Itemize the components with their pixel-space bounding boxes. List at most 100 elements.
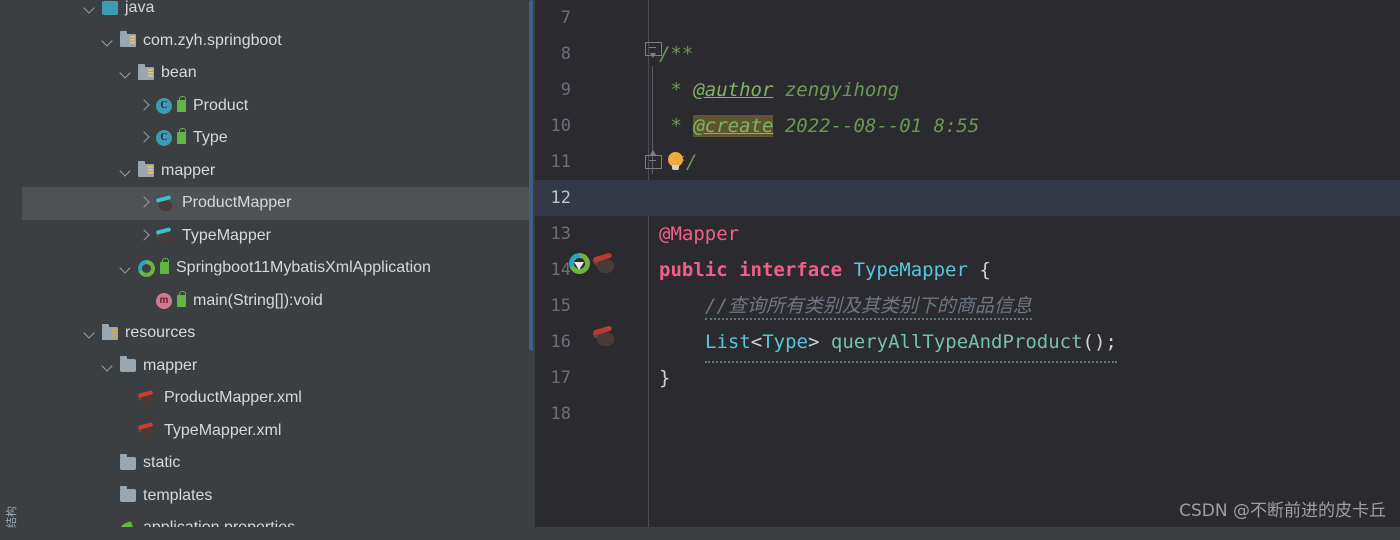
tree-expand-chevron-icon[interactable] — [138, 196, 150, 209]
tree-item[interactable]: ProductMapper — [22, 187, 533, 220]
tree-item[interactable]: TypeMapper.xml — [22, 415, 533, 448]
public-lock-icon — [160, 258, 169, 275]
tree-expand-chevron-icon[interactable] — [119, 165, 132, 177]
editor-line-8[interactable]: 8 /** — [535, 36, 1400, 72]
generic-open: < — [750, 331, 763, 353]
folder-icon — [120, 486, 136, 503]
javadoc-author-value: zengyihong — [773, 79, 900, 101]
editor-line-17[interactable]: 17 } — [535, 360, 1400, 396]
mybatis-xml-icon — [137, 422, 157, 439]
package-folder-icon — [138, 161, 154, 178]
package-folder-icon — [138, 63, 154, 80]
tree-item-label: bean — [161, 64, 197, 82]
project-tool-window[interactable]: java com.zyh.springboot bean C Product C Type m… — [22, 0, 533, 527]
java-method-icon: m — [156, 292, 172, 309]
tree-item[interactable]: ProductMapper.xml — [22, 382, 533, 415]
line-comment-chinese: //查询所有类别及其类别下的商品信息 — [705, 295, 1032, 320]
tree-item-label: ProductMapper — [182, 194, 292, 212]
tree-item[interactable]: bean — [22, 57, 533, 90]
ide-window: 结构 java com.zyh.springboot bean C Product C Ty… — [0, 0, 1400, 528]
editor-line-11[interactable]: 11 */ — [535, 144, 1400, 180]
tree-item-label: TypeMapper.xml — [164, 421, 282, 439]
spring-bean-gutter-icon[interactable] — [569, 253, 590, 274]
tree-item[interactable]: C Product — [22, 90, 533, 123]
java-class-icon: C — [156, 130, 172, 147]
editor-line-14[interactable]: 14 public interface TypeMapper { — [535, 252, 1400, 288]
line-number: 15 — [550, 296, 571, 316]
public-lock-icon — [177, 95, 186, 112]
editor-line-16[interactable]: 16 List<Type> queryAllTypeAndProduct(); — [535, 324, 1400, 363]
generic-close: > — [807, 331, 831, 353]
tree-item-label: mapper — [161, 161, 216, 179]
editor-line-9[interactable]: 9 * @author zengyihong — [535, 72, 1400, 108]
tree-item-label: main(String[]):void — [193, 291, 323, 309]
editor-line-15[interactable]: 15 //查询所有类别及其类别下的商品信息 — [535, 288, 1400, 324]
resources-folder-icon — [102, 323, 118, 340]
tree-item-label: application.properties — [143, 520, 295, 527]
tree-item-label: ProductMapper.xml — [164, 389, 302, 407]
tree-item[interactable]: com.zyh.springboot — [22, 25, 533, 58]
line-number: 9 — [560, 80, 571, 100]
tree-expand-chevron-icon[interactable] — [119, 262, 132, 274]
keyword-public: public — [659, 259, 728, 281]
tree-item[interactable]: mapper — [22, 155, 533, 188]
spring-boot-class-icon — [138, 259, 155, 277]
line-number: 7 — [560, 8, 571, 28]
tool-window-tab-structure[interactable]: 结构 — [3, 494, 19, 540]
tool-window-strip: 结构 — [0, 0, 23, 528]
tree-item[interactable]: resources — [22, 317, 533, 350]
code-editor[interactable]: 7 8 /** 9 * @author zengyihong 10 * @cre… — [535, 0, 1400, 527]
project-tree-scrollbar[interactable] — [529, 0, 533, 351]
tree-item[interactable]: templates — [22, 480, 533, 513]
line-number: 17 — [550, 368, 571, 388]
editor-line-18[interactable]: 18 — [535, 396, 1400, 432]
tree-expand-chevron-icon[interactable] — [138, 229, 150, 242]
fold-region-start-icon[interactable] — [645, 42, 663, 60]
editor-line-10[interactable]: 10 * @create 2022--08--01 8:55 — [535, 108, 1400, 144]
tree-item-label: Type — [193, 129, 228, 147]
type-list: List — [705, 331, 751, 353]
tree-item[interactable]: C Type — [22, 122, 533, 155]
editor-line-12[interactable]: 12 — [535, 180, 1400, 216]
tree-expand-chevron-icon[interactable] — [101, 360, 114, 372]
line-number: 11 — [550, 152, 571, 172]
mybatis-xml-icon — [137, 389, 157, 406]
tree-expand-chevron-icon[interactable] — [101, 35, 114, 47]
intention-bulb-icon[interactable] — [668, 152, 683, 171]
tree-expand-chevron-icon[interactable] — [83, 327, 96, 339]
tree-expand-chevron-icon[interactable] — [119, 67, 132, 79]
editor-line-13[interactable]: 13 @Mapper — [535, 216, 1400, 252]
javadoc-create-value: 2022--08--01 8:55 — [773, 115, 980, 137]
tree-item-label: TypeMapper — [182, 226, 271, 244]
brace-open: { — [967, 259, 991, 281]
mybatis-navigate-gutter-icon[interactable] — [592, 252, 617, 273]
javadoc-open: /** — [659, 43, 694, 65]
mybatis-mapper-icon — [155, 194, 175, 211]
tree-expand-chevron-icon[interactable] — [83, 2, 96, 14]
watermark: CSDN @不断前进的皮卡丘 — [1179, 501, 1386, 521]
tree-expand-chevron-icon[interactable] — [138, 99, 150, 112]
tree-item[interactable]: TypeMapper — [22, 220, 533, 253]
line-number: 13 — [550, 224, 571, 244]
tree-item[interactable]: application.properties — [22, 512, 533, 527]
mybatis-mapper-icon — [155, 227, 175, 244]
line-number: 18 — [550, 404, 571, 424]
editor-line-7[interactable]: 7 — [535, 0, 1400, 36]
tree-item[interactable]: java — [22, 0, 533, 25]
folder-icon — [120, 356, 136, 373]
mybatis-navigate-gutter-icon[interactable] — [592, 325, 617, 346]
tree-item[interactable]: m main(String[]):void — [22, 285, 533, 318]
javadoc-star: * — [659, 79, 694, 101]
tree-item[interactable]: static — [22, 447, 533, 480]
fold-region-end-icon[interactable] — [645, 150, 663, 173]
brace-close: } — [659, 367, 671, 389]
tree-item[interactable]: mapper — [22, 350, 533, 383]
public-lock-icon — [177, 290, 186, 307]
package-folder-icon — [120, 31, 136, 48]
tree-expand-chevron-icon[interactable] — [138, 131, 150, 144]
spring-properties-icon — [120, 521, 136, 527]
line-number: 16 — [550, 332, 571, 352]
tree-item[interactable]: Springboot11MybatisXmlApplication — [22, 252, 533, 285]
interface-name: TypeMapper — [853, 259, 968, 281]
annotation-mapper: @Mapper — [659, 223, 740, 245]
